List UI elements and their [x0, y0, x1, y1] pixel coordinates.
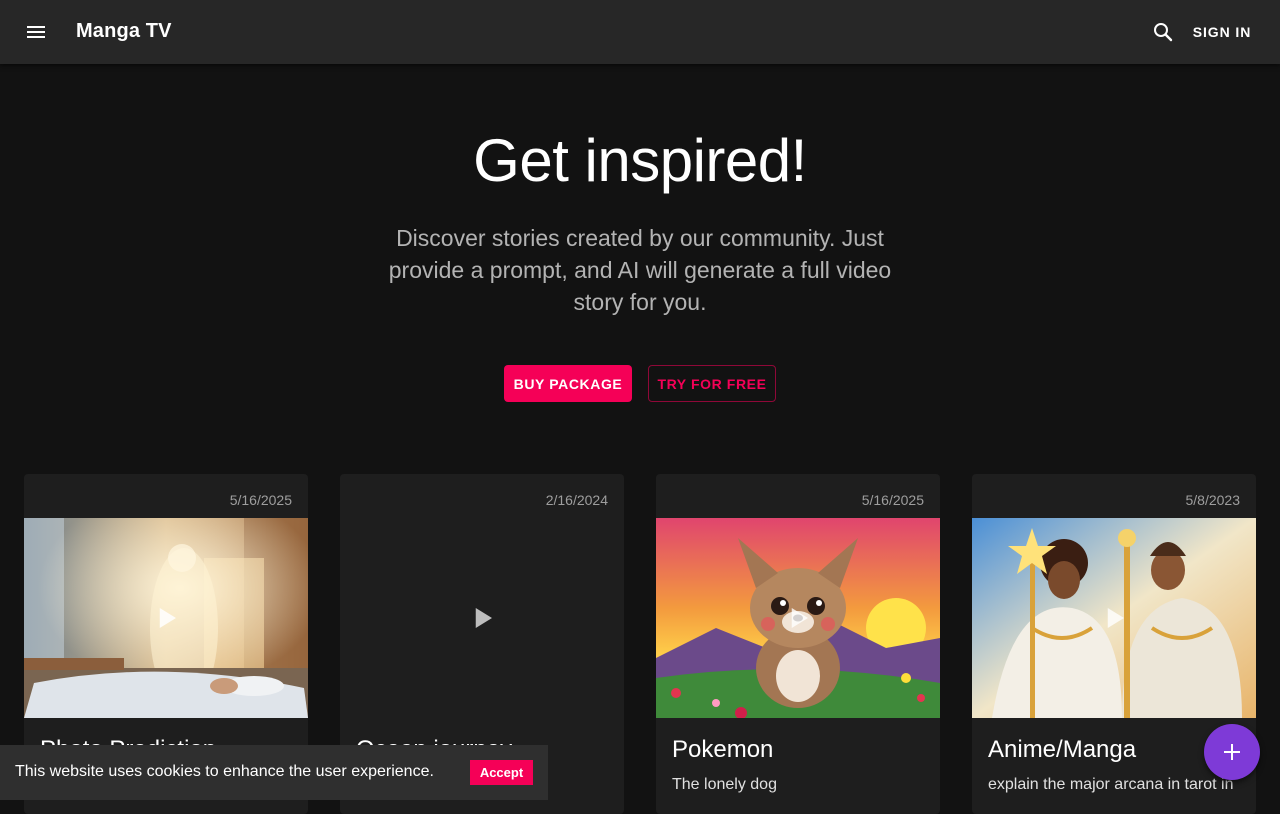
- search-button[interactable]: [1143, 12, 1183, 52]
- card-title: Pokemon: [672, 736, 774, 763]
- card-thumbnail[interactable]: [340, 518, 624, 718]
- card-thumbnail[interactable]: [24, 518, 308, 718]
- plus-icon: [1224, 744, 1240, 760]
- play-icon: [1107, 608, 1124, 628]
- cookie-message: This website uses cookies to enhance the…: [15, 763, 434, 780]
- menu-icon: [27, 26, 45, 38]
- card-title: Anime/Manga: [988, 736, 1137, 763]
- menu-button[interactable]: [16, 12, 56, 52]
- hero-title: Get inspired!: [473, 127, 807, 194]
- card-thumbnail[interactable]: [972, 518, 1256, 718]
- create-story-fab[interactable]: [1204, 724, 1260, 780]
- app-title[interactable]: Manga TV: [76, 20, 172, 43]
- search-icon: [1154, 23, 1173, 42]
- play-icon: [791, 608, 808, 628]
- story-card[interactable]: 5/16/2025: [656, 474, 940, 814]
- cookie-banner: This website uses cookies to enhance the…: [0, 745, 548, 800]
- card-date: 5/16/2025: [861, 492, 924, 508]
- card-date: 5/16/2025: [229, 492, 292, 508]
- cookie-accept-button[interactable]: Accept: [470, 760, 533, 785]
- hero-subtitle: Discover stories created by our communit…: [388, 225, 892, 315]
- card-date: 2/16/2024: [545, 492, 608, 508]
- card-description: The lonely dog: [672, 776, 777, 793]
- buy-package-button[interactable]: BUY PACKAGE: [504, 365, 632, 402]
- play-icon: [159, 608, 176, 628]
- card-thumbnail[interactable]: [656, 518, 940, 718]
- app-bar: Manga TV SIGN IN: [0, 0, 1280, 64]
- play-icon: [475, 608, 492, 628]
- sign-in-button[interactable]: SIGN IN: [1186, 16, 1258, 48]
- try-for-free-button[interactable]: TRY FOR FREE: [648, 365, 776, 402]
- card-description: explain the major arcana in tarot in: [988, 776, 1234, 793]
- card-date: 5/8/2023: [1185, 492, 1241, 508]
